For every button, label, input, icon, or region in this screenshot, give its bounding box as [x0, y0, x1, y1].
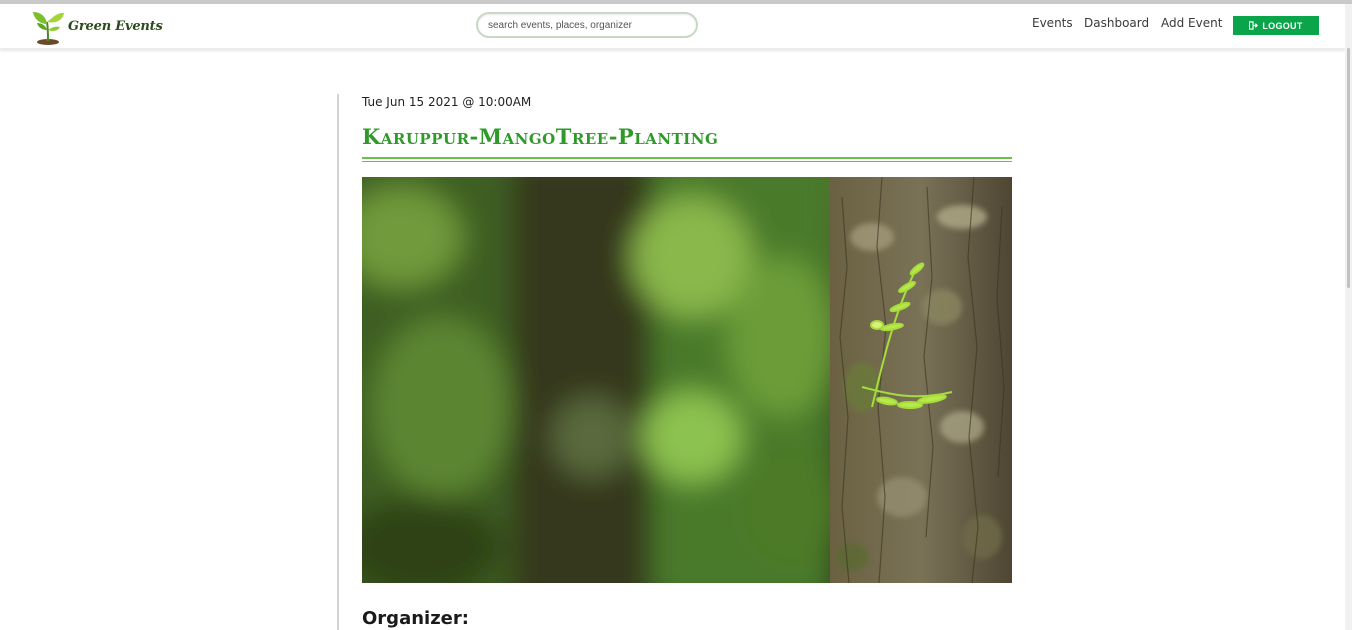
event-image: [362, 177, 1012, 583]
event-date: Tue Jun 15 2021 @ 10:00AM: [362, 95, 532, 109]
event-title: Karuppur-MangoTree-Planting: [362, 124, 719, 149]
sign-out-icon: [1249, 21, 1259, 30]
nav-link-dashboard[interactable]: Dashboard: [1084, 16, 1149, 30]
title-underline: [362, 157, 1012, 159]
logout-button[interactable]: LOGOUT: [1233, 16, 1319, 35]
logout-label: LOGOUT: [1262, 20, 1303, 31]
search-input[interactable]: [476, 12, 698, 38]
title-underline-secondary: [362, 161, 1012, 162]
nav-link-events[interactable]: Events: [1032, 16, 1073, 30]
top-navbar: Green Events Events Dashboard Add Event …: [0, 4, 1345, 49]
brand-logo[interactable]: Green Events: [30, 6, 163, 46]
organizer-label: Organizer:: [362, 608, 469, 629]
scrollbar-thumb[interactable]: [1347, 48, 1350, 288]
content-divider: [337, 94, 339, 630]
sprout-icon: [33, 12, 64, 45]
brand-name: Green Events: [68, 18, 163, 34]
nav-link-add-event[interactable]: Add Event: [1161, 16, 1222, 30]
tree-seedling-photo: [362, 177, 1012, 583]
